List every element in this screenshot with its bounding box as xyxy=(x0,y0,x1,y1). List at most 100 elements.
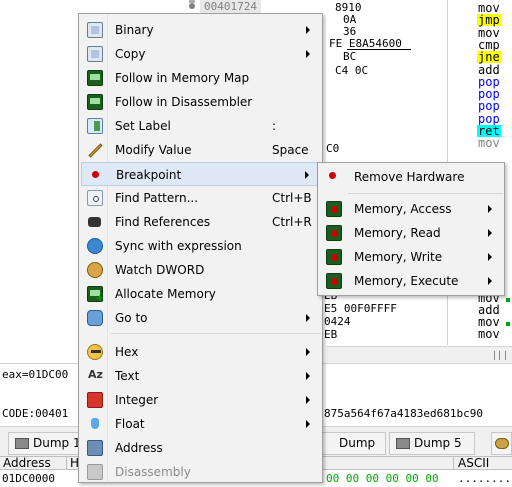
menu-item-float[interactable]: Float xyxy=(81,412,320,436)
submenu-item-remove-hardware[interactable]: Remove Hardware xyxy=(320,165,502,189)
dump-header-ascii: ASCII xyxy=(458,456,490,470)
menu-item-label: Modify Value xyxy=(115,143,192,157)
menu-item-sync-with-expression[interactable]: Sync with expression xyxy=(81,234,320,258)
menu-item-label: Memory, Access xyxy=(354,202,452,216)
float-icon xyxy=(87,416,103,432)
menu-item-label: Find References xyxy=(115,215,211,229)
menu-item-follow-in-disassembler[interactable]: Follow in Disassembler xyxy=(81,90,320,114)
disassembly-icon xyxy=(87,464,103,480)
menu-item-label: Memory, Read xyxy=(354,226,441,240)
instruction: mov xyxy=(478,25,500,40)
menu-item-label: Address xyxy=(115,441,163,455)
breakpoint-icon xyxy=(88,167,104,183)
menu-item-allocate-memory[interactable]: + Allocate Memory xyxy=(81,282,320,306)
menu-item-label: Go to xyxy=(115,311,148,325)
bytes-line: C4 0C xyxy=(335,64,369,77)
menu-item-shortcut: Ctrl+R xyxy=(272,215,312,229)
menu-item-shortcut: Ctrl+B xyxy=(272,191,312,205)
dump-ascii: ........ xyxy=(458,472,511,485)
menu-item-label: Binary xyxy=(115,23,154,37)
tab-dump-5[interactable]: Dump 5 xyxy=(389,432,475,455)
breakpoint-submenu: Remove Hardware Memory, Access Memory, Rea… xyxy=(317,162,505,296)
register-line: eax=01DC00 xyxy=(2,368,69,381)
scrollbar-grip-icon[interactable] xyxy=(494,351,506,360)
menu-item-text[interactable]: Az Text xyxy=(81,364,320,388)
menu-item-integer[interactable]: Integer xyxy=(81,388,320,412)
menu-item-binary[interactable]: Binary xyxy=(81,18,320,42)
dump-header-address: Address xyxy=(3,456,51,470)
submenu-item-memory-access[interactable]: Memory, Access xyxy=(320,197,502,221)
instruction: mov xyxy=(478,136,500,151)
instruction: mov xyxy=(478,327,500,341)
submenu-arrow-icon xyxy=(306,50,310,58)
bytes-line: EB xyxy=(324,328,338,341)
menu-item-breakpoint[interactable]: Breakpoint xyxy=(81,162,320,186)
memory-read-icon xyxy=(326,225,342,241)
bytes-line: 0A xyxy=(343,13,357,26)
memory-map-icon xyxy=(87,70,103,86)
menu-item-go-to[interactable]: Go to xyxy=(81,306,320,330)
menu-item-label: Watch DWORD xyxy=(115,263,205,277)
menu-item-label: Hex xyxy=(115,345,139,359)
watch-icon xyxy=(87,262,103,278)
menu-item-label: Remove Hardware xyxy=(354,170,465,184)
bytes-line: 36 xyxy=(343,25,357,38)
submenu-arrow-icon xyxy=(488,277,492,285)
submenu-arrow-icon xyxy=(306,26,310,34)
bytes-line: 8910 xyxy=(335,1,362,14)
submenu-arrow-icon xyxy=(306,396,310,404)
copy-icon xyxy=(87,46,103,62)
menu-item-label: Memory, Execute xyxy=(354,274,459,288)
menu-item-label: Follow in Disassembler xyxy=(115,95,253,109)
dump-icon xyxy=(396,438,410,449)
submenu-item-memory-execute[interactable]: Memory, Execute xyxy=(320,269,502,293)
label-icon xyxy=(87,118,103,134)
text-icon: Az xyxy=(88,368,103,381)
submenu-item-memory-read[interactable]: Memory, Read xyxy=(320,221,502,245)
tab-watch[interactable] xyxy=(491,432,512,455)
instruction: cmp xyxy=(478,37,500,52)
menu-item-label: Follow in Memory Map xyxy=(115,71,250,85)
menu-item-label: Integer xyxy=(115,393,159,407)
menu-item-watch-dword[interactable]: Watch DWORD xyxy=(81,258,320,282)
bytes-line: 0424 xyxy=(324,315,351,328)
bytes-line: BC xyxy=(343,50,357,63)
submenu-arrow-icon xyxy=(305,171,309,179)
address-icon xyxy=(87,440,103,456)
menu-item-modify-value[interactable]: Modify Value Space xyxy=(81,138,320,162)
instruction: pop xyxy=(478,111,500,126)
dump-bytes: 00 00 00 00 00 00 xyxy=(326,472,439,485)
hex-icon xyxy=(87,344,103,360)
menu-item-label: Text xyxy=(115,369,140,383)
menu-item-label: Memory, Write xyxy=(354,250,443,264)
menu-item-hex[interactable]: Hex xyxy=(81,340,320,364)
menu-item-label: Find Pattern... xyxy=(115,191,199,205)
code-hash: 875a564f67a4183ed681bc90 xyxy=(324,407,483,420)
menu-item-label: Disassembly xyxy=(115,465,191,479)
menu-item-find-pattern[interactable]: Find Pattern... Ctrl+B xyxy=(81,186,320,210)
bytes-line: E5 00F0FFFF xyxy=(324,302,397,315)
find-pattern-icon xyxy=(87,190,103,206)
menu-item-follow-in-memory-map[interactable]: Follow in Memory Map xyxy=(81,66,320,90)
menu-separator xyxy=(111,333,321,334)
submenu-arrow-icon xyxy=(306,348,310,356)
memory-execute-icon xyxy=(326,273,342,289)
menu-item-label: Float xyxy=(115,417,145,431)
instruction: jne xyxy=(477,50,501,65)
disassembler-icon xyxy=(87,94,103,110)
menu-item-address[interactable]: Address xyxy=(81,436,320,460)
horizontal-scrollbar[interactable] xyxy=(326,346,512,363)
green-marker xyxy=(506,298,510,302)
tab-dump-4[interactable]: Dump 4 xyxy=(318,432,386,471)
dump-address: 01DC0000 xyxy=(2,472,55,485)
menu-item-label: Allocate Memory xyxy=(115,287,216,301)
instruction: add xyxy=(478,62,500,77)
bytes-line: C0 xyxy=(326,142,340,155)
menu-item-set-label[interactable]: Set Label: xyxy=(81,114,320,138)
menu-item-find-references[interactable]: Find References Ctrl+R xyxy=(81,210,320,234)
menu-item-copy[interactable]: Copy xyxy=(81,42,320,66)
integer-icon xyxy=(87,392,103,408)
submenu-item-memory-write[interactable]: Memory, Write xyxy=(320,245,502,269)
dump-icon xyxy=(15,438,29,449)
marker-dot xyxy=(189,0,195,3)
